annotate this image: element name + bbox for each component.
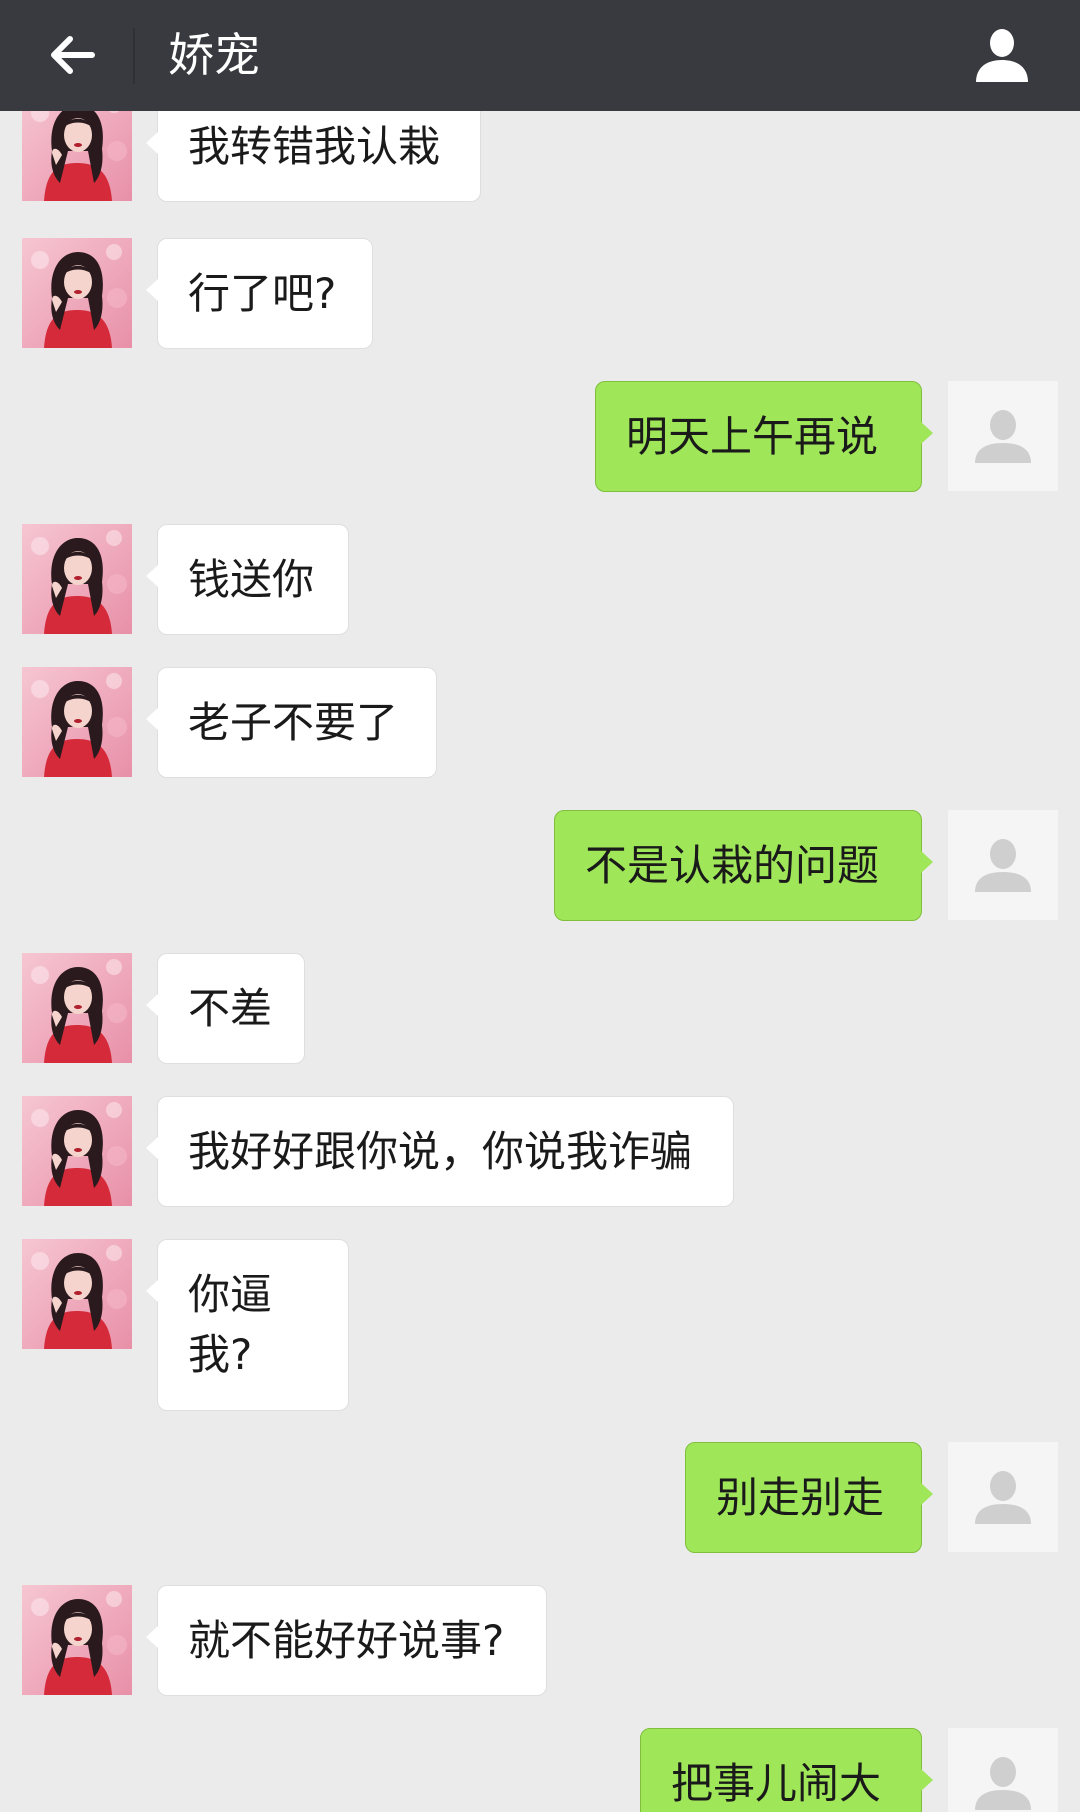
- contact-avatar[interactable]: [22, 1096, 132, 1206]
- default-avatar-icon: [948, 1728, 1058, 1812]
- contact-photo: [22, 953, 132, 1063]
- incoming-message: 行了吧?: [0, 238, 1080, 359]
- message-bubble[interactable]: 行了吧?: [146, 238, 373, 349]
- default-avatar-icon: [948, 810, 1058, 920]
- self-avatar[interactable]: [948, 810, 1058, 920]
- message-bubble[interactable]: 不差: [146, 953, 305, 1064]
- contact-avatar[interactable]: [22, 111, 132, 201]
- outgoing-message: 不是认栽的问题: [0, 810, 1080, 931]
- back-button[interactable]: [38, 20, 108, 90]
- arrow-left-icon: [51, 36, 95, 74]
- self-avatar[interactable]: [948, 1442, 1058, 1552]
- message-bubble[interactable]: 我转错我认栽: [146, 111, 481, 202]
- chat-title: 娇宠: [168, 28, 260, 82]
- contact-photo: [22, 1096, 132, 1206]
- contact-avatar[interactable]: [22, 1239, 132, 1349]
- outgoing-message: 别走别走: [0, 1442, 1080, 1563]
- contact-photo: [22, 238, 132, 348]
- self-avatar[interactable]: [948, 1728, 1058, 1812]
- default-avatar-icon: [948, 1442, 1058, 1552]
- top-bar: 娇宠: [0, 0, 1080, 111]
- message-bubble[interactable]: 就不能好好说事?: [146, 1585, 547, 1696]
- self-avatar[interactable]: [948, 381, 1058, 491]
- incoming-message: 就不能好好说事?: [0, 1585, 1080, 1706]
- default-avatar-icon: [948, 381, 1058, 491]
- incoming-message: 钱送你: [0, 524, 1080, 645]
- contact-avatar[interactable]: [22, 953, 132, 1063]
- message-bubble[interactable]: 老子不要了: [146, 667, 437, 778]
- contact-avatar[interactable]: [22, 524, 132, 634]
- header-divider: [133, 28, 135, 84]
- message-list[interactable]: 我转错我认栽行了吧? 明天上午再说钱送你老子不要了不是认栽的问题不差我好好跟你说，…: [0, 111, 1080, 1812]
- incoming-message: 我好好跟你说，你说我诈骗: [0, 1096, 1080, 1217]
- contact-avatar[interactable]: [22, 667, 132, 777]
- message-bubble[interactable]: 别走别走: [685, 1442, 933, 1553]
- contact-photo: [22, 667, 132, 777]
- person-icon: [976, 29, 1028, 82]
- message-bubble[interactable]: 我好好跟你说，你说我诈骗: [146, 1096, 734, 1207]
- message-bubble[interactable]: 不是认栽的问题: [554, 810, 933, 921]
- contact-avatar[interactable]: [22, 1585, 132, 1695]
- chat-info-button[interactable]: [964, 16, 1040, 92]
- message-bubble[interactable]: 钱送你: [146, 524, 349, 635]
- incoming-message: 我转错我认栽: [0, 111, 1080, 212]
- outgoing-message: 明天上午再说: [0, 381, 1080, 502]
- message-bubble[interactable]: 明天上午再说: [595, 381, 933, 492]
- message-bubble[interactable]: 你逼我?: [146, 1239, 349, 1411]
- incoming-message: 老子不要了: [0, 667, 1080, 788]
- incoming-message: 你逼我?: [0, 1239, 1080, 1421]
- contact-photo: [22, 111, 132, 201]
- incoming-message: 不差: [0, 953, 1080, 1074]
- contact-avatar[interactable]: [22, 238, 132, 348]
- contact-photo: [22, 1239, 132, 1349]
- contact-photo: [22, 1585, 132, 1695]
- contact-photo: [22, 524, 132, 634]
- outgoing-message: 把事儿闹大: [0, 1728, 1080, 1812]
- message-bubble[interactable]: 把事儿闹大: [640, 1728, 933, 1812]
